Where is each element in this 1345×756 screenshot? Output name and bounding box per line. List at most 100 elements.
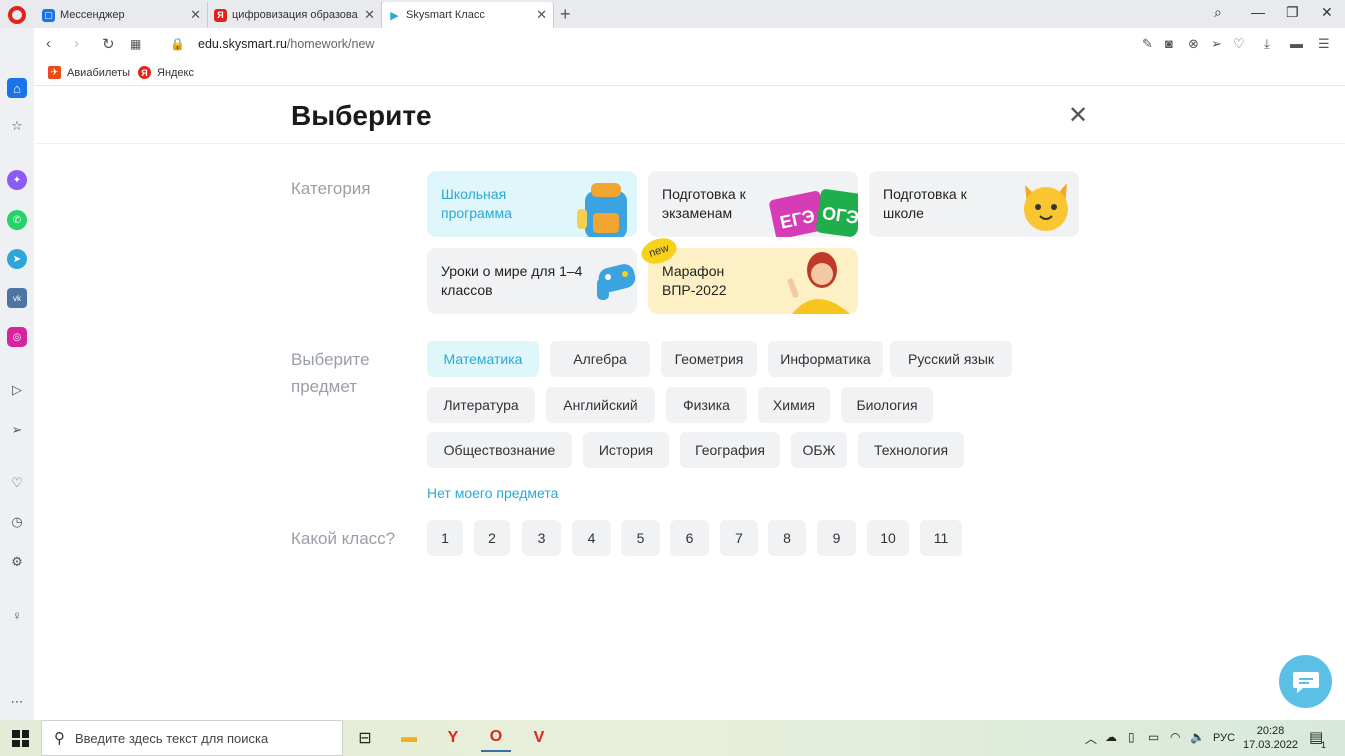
yandex-browser-icon[interactable]: Y xyxy=(438,724,468,752)
download-icon[interactable]: ⤓ xyxy=(1264,36,1270,52)
grade-button[interactable]: 5 xyxy=(621,520,660,556)
close-window-icon[interactable]: ✕ xyxy=(1321,4,1333,21)
home-icon[interactable]: ⌂ xyxy=(7,78,27,98)
no-subject-link[interactable]: Нет моего предмета xyxy=(427,485,558,501)
grade-button[interactable]: 11 xyxy=(920,520,962,556)
instagram-icon[interactable]: ◎ xyxy=(7,327,27,347)
taskbar-clock[interactable]: 20:28 17.03.2022 xyxy=(1243,724,1298,752)
grade-button[interactable]: 2 xyxy=(474,520,510,556)
grade-button[interactable]: 7 xyxy=(720,520,758,556)
forward-icon[interactable]: › xyxy=(74,35,79,52)
subject-chip[interactable]: Обществознание xyxy=(427,432,572,468)
category-school-prep[interactable]: Подготовка к школе xyxy=(869,171,1079,237)
grade-button[interactable]: 1 xyxy=(427,520,463,556)
grade-button[interactable]: 3 xyxy=(522,520,561,556)
bookmark-yandex[interactable]: Я Яндекс xyxy=(138,66,194,79)
grade-button[interactable]: 4 xyxy=(572,520,611,556)
bookmark-label: Авиабилеты xyxy=(67,66,131,79)
file-explorer-icon[interactable]: ▬ xyxy=(394,724,424,752)
battery-icon[interactable]: ▬ xyxy=(1290,36,1303,51)
whatsapp-icon[interactable]: ✆ xyxy=(7,210,27,230)
category-text: Школьная программа xyxy=(441,186,512,221)
task-view-icon[interactable]: ⊟ xyxy=(350,724,380,752)
cat-mascot-icon xyxy=(1024,183,1068,231)
windows-start-icon[interactable] xyxy=(12,730,29,747)
subject-chip[interactable]: Математика xyxy=(427,341,539,377)
wifi-icon[interactable]: ◠ xyxy=(1170,730,1180,744)
category-world-lessons[interactable]: Уроки о мире для 1–4 классов xyxy=(427,248,637,314)
page-title: Выберите xyxy=(291,100,432,131)
bookmark-aviatickets[interactable]: ✈ Авиабилеты xyxy=(48,66,130,79)
subject-chip[interactable]: Физика xyxy=(666,387,747,423)
grade-button[interactable]: 9 xyxy=(817,520,856,556)
heart-icon[interactable]: ♡ xyxy=(1233,36,1245,52)
battery-tray-icon[interactable]: ▭ xyxy=(1148,730,1159,744)
category-school-program[interactable]: Школьная программа xyxy=(427,171,637,237)
restore-icon[interactable]: ❐ xyxy=(1286,4,1299,21)
device-icon[interactable]: ▯ xyxy=(1128,730,1135,744)
language-indicator[interactable]: РУС xyxy=(1213,732,1235,744)
send-icon[interactable]: ➢ xyxy=(1211,36,1222,52)
tab-skysmart[interactable]: ▶ Skysmart Класс ✕ xyxy=(382,2,554,28)
category-vpr-marathon[interactable]: Марафон ВПР-2022 xyxy=(648,248,858,314)
favorites-heart-icon[interactable]: ♡ xyxy=(7,473,27,493)
reload-icon[interactable]: ↻ xyxy=(102,35,115,53)
subject-chip[interactable]: Химия xyxy=(758,387,830,423)
tab-yandex-search[interactable]: Я цифровизация образован ✕ xyxy=(208,2,382,28)
subject-chip[interactable]: Технология xyxy=(858,432,964,468)
camera-icon[interactable]: ◙ xyxy=(1165,36,1173,51)
close-tab-icon[interactable]: ✕ xyxy=(364,7,375,23)
onedrive-icon[interactable]: ☁ xyxy=(1105,730,1117,744)
category-text: Марафон ВПР-2022 xyxy=(662,263,727,298)
messenger-icon[interactable]: ✦ xyxy=(7,170,27,190)
category-text: Подготовка к школе xyxy=(883,186,967,221)
category-text: Уроки о мире для 1–4 классов xyxy=(441,263,583,298)
close-tab-icon[interactable]: ✕ xyxy=(536,7,547,23)
category-exam-prep[interactable]: Подготовка к экзаменам ЕГЭ ОГЭ xyxy=(648,171,858,237)
subject-chip[interactable]: Английский xyxy=(546,387,655,423)
more-icon[interactable]: ⋯ xyxy=(7,692,27,712)
subject-chip[interactable]: ОБЖ xyxy=(791,432,847,468)
vk-icon[interactable]: vk xyxy=(7,288,27,308)
taskbar-search-input[interactable]: ⚲ Введите здесь текст для поиска xyxy=(41,720,343,756)
vivaldi-app-icon[interactable]: V xyxy=(524,724,554,752)
subject-chip[interactable]: Алгебра xyxy=(550,341,650,377)
bookmark-label: Яндекс xyxy=(157,66,194,79)
player-icon[interactable]: ▷ xyxy=(7,380,27,400)
url-field[interactable]: edu.skysmart.ru/homework/new xyxy=(198,37,374,51)
opera-logo-icon[interactable] xyxy=(8,6,26,24)
tab-messenger[interactable]: ▢ Мессенджер ✕ xyxy=(36,2,208,28)
tips-bulb-icon[interactable]: ♀ xyxy=(7,605,27,625)
search-tabs-icon[interactable]: ⌕ xyxy=(1214,4,1222,21)
easy-setup-icon[interactable]: ☰ xyxy=(1318,36,1330,52)
address-bar: ‹ › ↻ ▦ 🔒 edu.skysmart.ru/homework/new ✎… xyxy=(34,28,1345,60)
new-tab-icon[interactable]: + xyxy=(560,4,571,25)
adblock-icon[interactable]: ⊗ xyxy=(1188,36,1199,52)
subject-chip[interactable]: Русский язык xyxy=(890,341,1012,377)
minimize-icon[interactable]: — xyxy=(1251,4,1265,20)
subject-chip[interactable]: Литература xyxy=(427,387,535,423)
tabs-grid-icon[interactable]: ▦ xyxy=(130,37,141,51)
settings-icon[interactable]: ⚙ xyxy=(7,552,27,572)
close-icon[interactable]: ✕ xyxy=(1068,101,1088,130)
subject-chip[interactable]: География xyxy=(680,432,780,468)
volume-muted-icon[interactable]: 🔈 xyxy=(1190,730,1205,744)
subject-chip[interactable]: Информатика xyxy=(768,341,883,377)
subject-chip[interactable]: История xyxy=(583,432,669,468)
telegram-icon[interactable]: ➤ xyxy=(7,249,27,269)
edit-icon[interactable]: ✎ xyxy=(1142,36,1153,52)
grade-button[interactable]: 10 xyxy=(867,520,909,556)
opera-taskbar-icon[interactable]: O xyxy=(481,724,511,752)
history-icon[interactable]: ◷ xyxy=(7,512,27,532)
support-chat-button[interactable] xyxy=(1279,655,1332,708)
tray-expand-icon[interactable]: ︿ xyxy=(1085,730,1097,747)
subject-chip[interactable]: Биология xyxy=(841,387,933,423)
subject-chip[interactable]: Геометрия xyxy=(661,341,757,377)
grade-button[interactable]: 6 xyxy=(670,520,709,556)
close-tab-icon[interactable]: ✕ xyxy=(190,7,201,23)
flow-icon[interactable]: ➢ xyxy=(7,420,27,440)
yandex-tab-icon: Я xyxy=(214,8,227,22)
star-icon[interactable]: ☆ xyxy=(7,116,27,136)
back-icon[interactable]: ‹ xyxy=(46,35,51,52)
grade-button[interactable]: 8 xyxy=(768,520,806,556)
